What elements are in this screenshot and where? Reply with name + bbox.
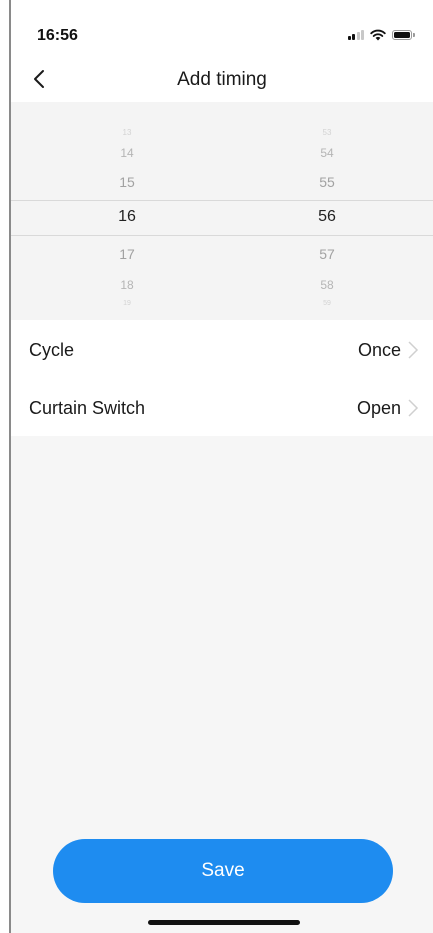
status-icons [347,29,415,41]
minute-selected: 56 [318,208,336,225]
minute-option: 55 [319,174,335,190]
hour-option: 13 [122,128,132,137]
home-indicator [148,920,300,925]
hour-option: 17 [119,246,135,262]
app-screen: 16:56 Add timing 13 14 15 16 17 18 19 53… [9,0,433,933]
minute-option: 53 [322,128,332,137]
save-button[interactable]: Save [53,839,393,903]
battery-icon [392,30,415,40]
chevron-right-icon [408,399,419,417]
minute-option: 59 [323,300,331,307]
picker-selection-band [11,200,433,236]
minute-wheel[interactable]: 53 54 55 56 57 58 59 [287,102,367,320]
chevron-right-icon [408,341,419,359]
hour-option: 15 [119,174,135,190]
status-bar: 16:56 [11,0,433,56]
hour-option: 19 [123,300,131,307]
cycle-label: Cycle [29,340,75,360]
navigation-bar: Add timing [11,56,433,102]
page-title: Add timing [177,69,267,90]
time-picker: 13 14 15 16 17 18 19 53 54 55 56 57 58 5… [11,102,433,320]
curtain-switch-value: Open [356,398,401,418]
minute-option: 54 [320,146,334,160]
curtain-switch-label: Curtain Switch [29,398,146,418]
settings-list: Cycle Once Curtain Switch Open [11,320,433,436]
hour-wheel[interactable]: 13 14 15 16 17 18 19 [87,102,167,320]
hour-option: 14 [120,146,134,160]
hour-selected: 16 [118,208,136,225]
minute-option: 57 [319,246,335,262]
wifi-icon [370,29,386,41]
status-time: 16:56 [37,27,78,44]
hour-option: 18 [120,278,134,292]
cycle-row[interactable]: Cycle Once [11,320,433,378]
cycle-value: Once [357,340,401,360]
curtain-switch-row[interactable]: Curtain Switch Open [11,378,433,436]
signal-icon [347,30,364,40]
minute-option: 58 [320,278,334,292]
